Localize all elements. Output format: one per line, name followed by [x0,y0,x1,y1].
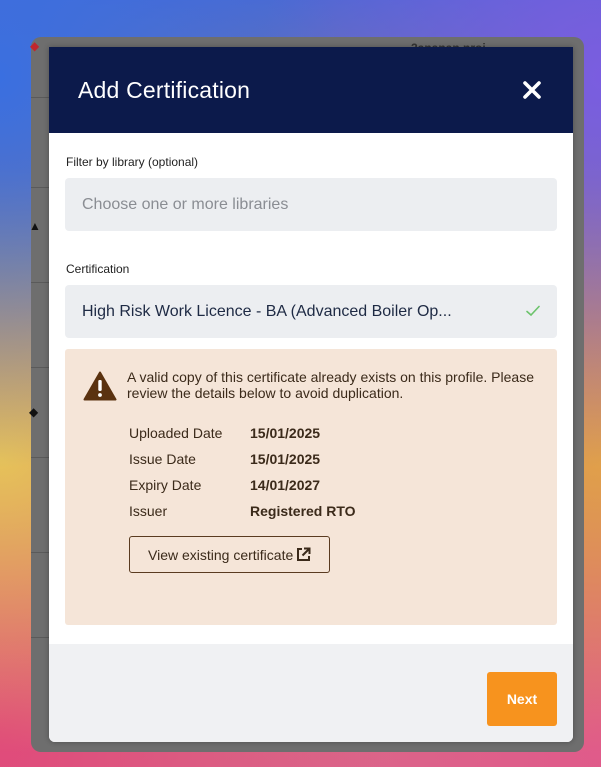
row-divider [31,367,51,368]
filter-label: Filter by library (optional) [66,155,199,169]
row-divider [31,457,51,458]
warning-triangle-icon [83,371,119,406]
detail-label: Uploaded Date [129,425,223,441]
row-divider [31,282,51,283]
row-divider [31,97,51,98]
certification-selected-value: High Risk Work Licence - BA (Advanced Bo… [82,302,452,320]
detail-row-expiry-date: Expiry Date 14/01/2027 [129,472,539,498]
row-divider [31,637,51,638]
row-divider [31,187,51,188]
close-button[interactable] [519,77,545,103]
warning-message: A valid copy of this certificate already… [127,369,534,401]
detail-row-issuer: Issuer Registered RTO [129,498,539,524]
duplicate-warning-panel: A valid copy of this certificate already… [65,349,557,625]
detail-value: 15/01/2025 [250,425,321,441]
row-divider [31,552,51,553]
detail-row-uploaded-date: Uploaded Date 15/01/2025 [129,420,539,446]
close-icon [523,81,541,99]
detail-label: Issue Date [129,451,196,467]
detail-value: 15/01/2025 [250,451,321,467]
modal-title: Add Certification [78,76,251,103]
view-existing-certificate-button[interactable]: View existing certificate [129,536,331,573]
certification-select[interactable]: High Risk Work Licence - BA (Advanced Bo… [65,285,557,338]
tag-mini-icon: ◆ [29,405,39,419]
external-link-icon [297,547,311,561]
detail-row-issue-date: Issue Date 15/01/2025 [129,446,539,472]
certification-label: Certification [66,262,130,276]
detail-label: Issuer [129,503,168,519]
detail-value: Registered RTO [250,503,356,519]
detail-value: 14/01/2027 [250,477,321,493]
detail-label: Expiry Date [129,477,202,493]
add-certification-modal: Add Certification Filter by library (opt… [49,47,573,742]
library-filter-placeholder: Choose one or more libraries [82,195,289,213]
warning-mini-icon: ▲ [29,219,41,233]
existing-certificate-details: Uploaded Date 15/01/2025 Issue Date 15/0… [129,420,539,524]
modal-header: Add Certification [49,47,573,133]
view-existing-certificate-label: View existing certificate [148,546,294,563]
status-dot-icon: ◆ [30,39,40,53]
check-icon [526,304,540,320]
library-filter-select[interactable]: Choose one or more libraries [65,178,557,231]
next-button[interactable]: Next [487,672,557,726]
modal-footer: Next [49,644,573,742]
